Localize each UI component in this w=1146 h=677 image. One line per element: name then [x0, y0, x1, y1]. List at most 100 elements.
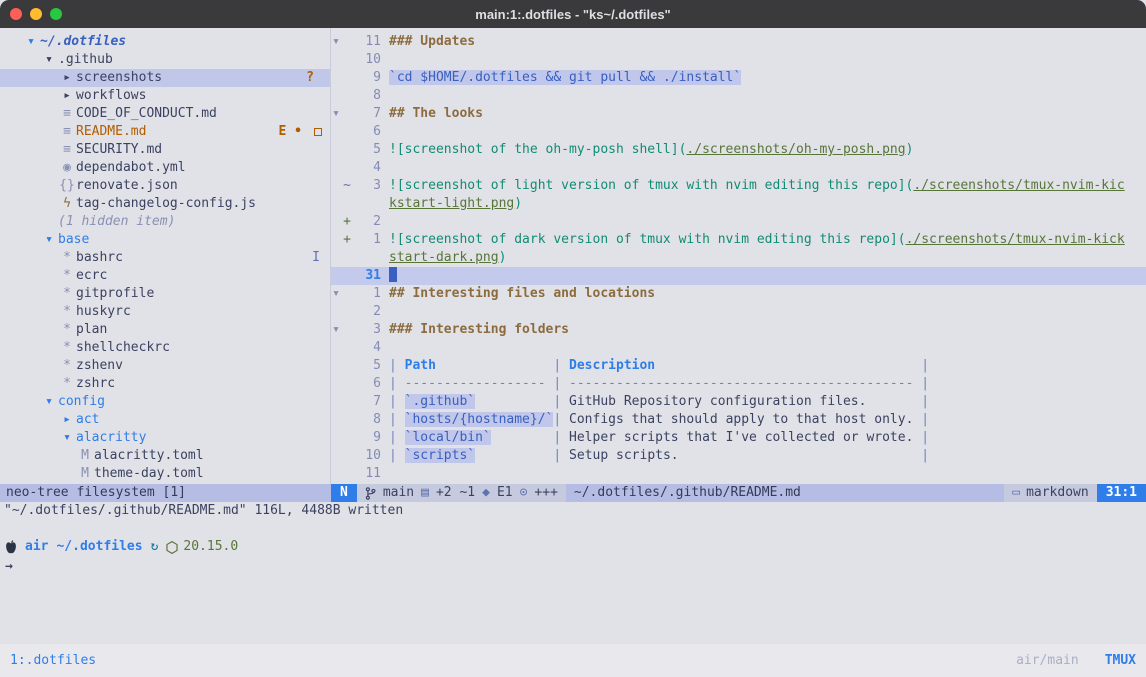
tree-item-dotfiles[interactable]: ▾~/.dotfiles: [0, 33, 330, 51]
tree-item-github[interactable]: ▾.github: [0, 51, 330, 69]
tree-item-bashrc[interactable]: *bashrcI: [0, 249, 330, 267]
text-segment: |: [546, 394, 569, 409]
editor-line-16[interactable]: 2: [331, 303, 1146, 321]
tree-item-code-of-conduct-md[interactable]: ≡CODE_OF_CONDUCT.md: [0, 105, 330, 123]
fold-column: [331, 177, 341, 195]
line-number: 5: [353, 357, 381, 375]
sign-column: [341, 249, 353, 267]
tree-item-alacritty[interactable]: ▾alacritty: [0, 429, 330, 447]
editor-line-21[interactable]: 7| `.github` | GitHub Repository configu…: [331, 393, 1146, 411]
tmux-statusbar: 1:.dotfiles air/main TMUX: [0, 644, 1146, 677]
editor-line-3[interactable]: 9`cd $HOME/.dotfiles && git pull && ./in…: [331, 69, 1146, 87]
editor-line-6[interactable]: 6: [331, 123, 1146, 141]
tree-item-1-hidden-item[interactable]: (1 hidden item): [0, 213, 330, 231]
text-segment: ./screenshots/tmux-nvim-kick: [906, 232, 1125, 247]
fold-column: [331, 87, 341, 105]
tree-item-tag-changelog-config-js[interactable]: ϟtag-changelog-config.js: [0, 195, 330, 213]
text-segment: `scripts`: [405, 448, 475, 463]
tree-item-label: tag-changelog-config.js: [76, 195, 256, 213]
tree-item-theme-day-toml[interactable]: Mtheme-day.toml: [0, 465, 330, 483]
sign-column: [341, 357, 353, 375]
text-segment: [475, 448, 545, 463]
tree-item-security-md[interactable]: ≡SECURITY.md: [0, 141, 330, 159]
text-segment: |: [389, 376, 405, 391]
fold-open-icon: ▾: [331, 321, 341, 339]
tree-item-ecrc[interactable]: *ecrc: [0, 267, 330, 285]
tree-item-plan[interactable]: *plan: [0, 321, 330, 339]
text-segment: |: [389, 358, 405, 373]
tree-item-label: huskyrc: [76, 303, 131, 321]
tree-item-huskyrc[interactable]: *huskyrc: [0, 303, 330, 321]
close-button[interactable]: [10, 8, 22, 20]
editor-line-15[interactable]: ▾1## Interesting files and locations: [331, 285, 1146, 303]
fold-open-icon: ▾: [331, 105, 341, 123]
expanded-arrow-icon: ▾: [40, 393, 58, 411]
tree-item-readme-md[interactable]: ≡README.mdE •: [0, 123, 330, 141]
editor-line-14[interactable]: 31: [331, 267, 1146, 285]
text-segment: |: [546, 430, 569, 445]
editor-line-20[interactable]: 6| ------------------ | ----------------…: [331, 375, 1146, 393]
editor-line-4[interactable]: 8: [331, 87, 1146, 105]
tree-item-label: base: [58, 231, 89, 249]
text-segment: |: [913, 376, 929, 391]
fold-column: [331, 195, 341, 213]
editor-line-8[interactable]: 4: [331, 159, 1146, 177]
tmux-window-tab[interactable]: 1:.dotfiles: [10, 653, 96, 668]
editor-line-18[interactable]: 4: [331, 339, 1146, 357]
tree-item-label: ecrc: [76, 267, 107, 285]
editor-line-9[interactable]: ~3![screenshot of light version of tmux …: [331, 177, 1146, 195]
editor-line-12[interactable]: +1![screenshot of dark version of tmux w…: [331, 231, 1146, 249]
file-sh-icon: *: [58, 303, 76, 321]
tree-item-renovate-json[interactable]: {}renovate.json: [0, 177, 330, 195]
editor-line-1[interactable]: ▾11### Updates: [331, 33, 1146, 51]
tree-item-label: README.md: [76, 123, 146, 141]
git-sign: ~: [341, 177, 353, 195]
editor-line-11[interactable]: +2: [331, 213, 1146, 231]
line-number: 4: [353, 339, 381, 357]
editor-line-17[interactable]: ▾3### Interesting folders: [331, 321, 1146, 339]
cursor: [389, 267, 397, 282]
tree-item-config[interactable]: ▾config: [0, 393, 330, 411]
minimize-button[interactable]: [30, 8, 42, 20]
tree-item-zshrc[interactable]: *zshrc: [0, 375, 330, 393]
diagnostics-count: E1: [497, 484, 513, 502]
line-number: 7: [353, 393, 381, 411]
line-text: | `scripts` | Setup scripts. |: [389, 447, 929, 465]
editor-line-24[interactable]: 10| `scripts` | Setup scripts. |: [331, 447, 1146, 465]
editor-line-13[interactable]: start-dark.png): [331, 249, 1146, 267]
editor-line-25[interactable]: 11: [331, 465, 1146, 483]
line-number: 8: [353, 411, 381, 429]
fold-column: [331, 213, 341, 231]
editor-line-7[interactable]: 5![screenshot of the oh-my-posh shell](.…: [331, 141, 1146, 159]
tree-item-alacritty-toml[interactable]: Malacritty.toml: [0, 447, 330, 465]
fold-column: [331, 159, 341, 177]
line-text: start-dark.png): [389, 249, 506, 267]
text-segment: [436, 358, 546, 373]
editor-line-23[interactable]: 9| `local/bin` | Helper scripts that I'v…: [331, 429, 1146, 447]
tree-item-base[interactable]: ▾base: [0, 231, 330, 249]
tree-item-workflows[interactable]: ▸workflows: [0, 87, 330, 105]
tree-item-act[interactable]: ▸act: [0, 411, 330, 429]
file-sh-icon: *: [58, 321, 76, 339]
git-branch-icon: [365, 487, 376, 500]
mode-indicator: N: [331, 484, 357, 502]
line-number: [353, 195, 381, 213]
editor-line-22[interactable]: 8| `hosts/{hostname}/`| Configs that sho…: [331, 411, 1146, 429]
editor-line-19[interactable]: 5| Path | Description |: [331, 357, 1146, 375]
editor-panel[interactable]: ▾11### Updates109`cd $HOME/.dotfiles && …: [331, 28, 1146, 484]
tree-item-screenshots[interactable]: ▸screenshots?: [0, 69, 330, 87]
fullscreen-button[interactable]: [50, 8, 62, 20]
sign-column: [341, 51, 353, 69]
text-segment: |: [546, 358, 569, 373]
file-tree: ▾~/.dotfiles▾.github▸screenshots?▸workfl…: [0, 33, 330, 483]
tree-item-dependabot-yml[interactable]: ◉dependabot.yml: [0, 159, 330, 177]
editor-line-10[interactable]: kstart-light.png): [331, 195, 1146, 213]
text-segment: |: [913, 448, 929, 463]
tree-item-zshenv[interactable]: *zshenv: [0, 357, 330, 375]
editor-line-5[interactable]: ▾7## The looks: [331, 105, 1146, 123]
collapsed-arrow-icon: ▸: [58, 69, 76, 87]
tree-item-gitprofile[interactable]: *gitprofile: [0, 285, 330, 303]
text-segment: ): [906, 142, 914, 157]
editor-line-2[interactable]: 10: [331, 51, 1146, 69]
tree-item-shellcheckrc[interactable]: *shellcheckrc: [0, 339, 330, 357]
